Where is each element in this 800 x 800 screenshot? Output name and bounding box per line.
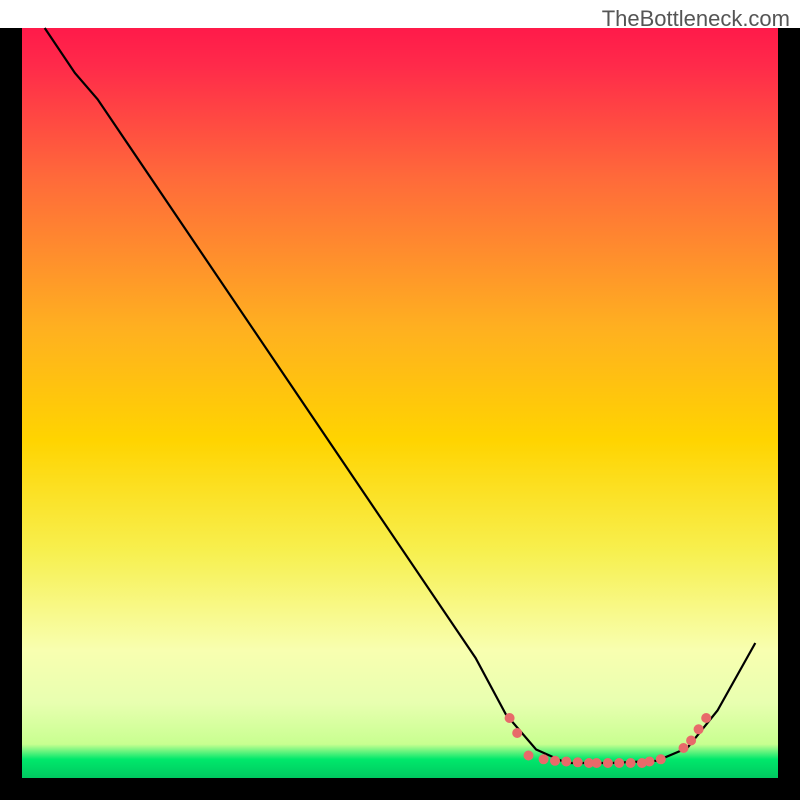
data-marker xyxy=(645,757,655,767)
data-marker xyxy=(592,758,602,768)
data-marker xyxy=(539,754,549,764)
data-marker xyxy=(701,713,711,723)
data-marker xyxy=(626,758,636,768)
data-marker xyxy=(561,757,571,767)
data-marker xyxy=(686,736,696,746)
data-marker xyxy=(614,758,624,768)
data-marker xyxy=(505,713,515,723)
data-marker xyxy=(573,757,583,767)
data-marker xyxy=(512,728,522,738)
data-marker xyxy=(524,751,534,761)
data-marker xyxy=(679,743,689,753)
watermark-text: TheBottleneck.com xyxy=(602,6,790,32)
data-marker xyxy=(656,754,666,764)
data-marker xyxy=(694,724,704,734)
plot-background xyxy=(22,28,778,778)
chart-container: TheBottleneck.com xyxy=(0,0,800,800)
data-marker xyxy=(603,758,613,768)
bottleneck-chart xyxy=(0,0,800,800)
data-marker xyxy=(550,756,560,766)
